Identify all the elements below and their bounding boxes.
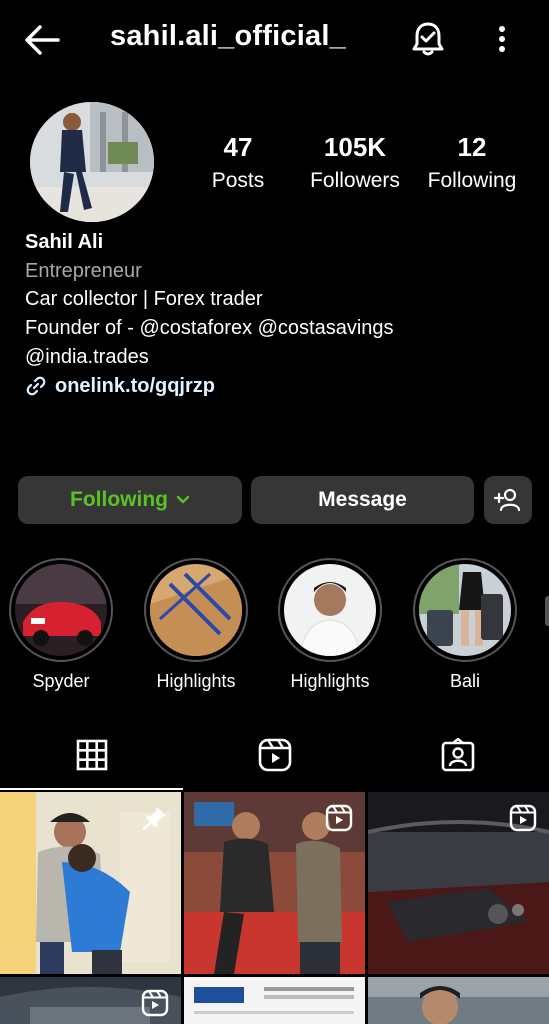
- grid-post[interactable]: [184, 792, 365, 974]
- more-vertical-icon: [499, 26, 505, 52]
- highlight-ring: [413, 558, 517, 662]
- highlight-label: Bali: [449, 671, 480, 691]
- posts-count: 47: [223, 132, 253, 162]
- highlight-ring: [144, 558, 248, 662]
- grid-post[interactable]: [0, 977, 181, 1024]
- highlight-cover: [15, 564, 107, 656]
- highlight-label: Highlights: [156, 671, 236, 691]
- message-button[interactable]: Message: [251, 476, 474, 524]
- highlight-cover: [419, 564, 511, 656]
- bio-line[interactable]: @india.trades: [25, 343, 525, 372]
- following-label: Following: [427, 169, 517, 192]
- following-count: 12: [457, 132, 487, 162]
- following-button[interactable]: Following: [18, 476, 242, 524]
- reels-icon: [258, 738, 291, 772]
- highlight-item[interactable]: Bali: [412, 558, 518, 692]
- pin-icon: [142, 807, 166, 831]
- profile-username: sahil.ali_official_: [110, 20, 346, 52]
- link-icon: [26, 376, 46, 396]
- profile-avatar[interactable]: [30, 102, 154, 222]
- active-tab-indicator: [0, 788, 183, 790]
- tab-posts-grid[interactable]: [0, 720, 183, 790]
- reels-icon: [141, 989, 169, 1017]
- followers-stat[interactable]: 105K Followers: [300, 132, 410, 193]
- tagged-icon: [441, 738, 474, 772]
- grid-icon: [76, 739, 107, 771]
- avatar-photo: [30, 102, 154, 222]
- profile-header: sahil.ali_official_: [0, 0, 549, 80]
- arrow-left-icon: [25, 25, 60, 55]
- tab-tagged[interactable]: [366, 720, 549, 790]
- highlight-label: Spyder: [32, 671, 90, 691]
- profile-category: Entrepreneur: [25, 259, 142, 282]
- tab-reels[interactable]: [183, 720, 366, 790]
- highlight-ring: [278, 558, 382, 662]
- highlight-item[interactable]: Highlights: [277, 558, 383, 692]
- highlight-item[interactable]: Spyder: [8, 558, 114, 692]
- following-button-label: Following: [70, 488, 168, 511]
- posts-stat[interactable]: 47 Posts: [196, 132, 280, 193]
- highlight-item[interactable]: Highlights: [143, 558, 249, 692]
- followers-count: 105K: [323, 132, 387, 162]
- suggested-users-button[interactable]: [484, 476, 532, 524]
- following-stat[interactable]: 12 Following: [420, 132, 524, 193]
- bio-line[interactable]: Founder of - @costaforex @costasavings: [25, 314, 525, 343]
- highlight-cover: [284, 564, 376, 656]
- highlight-item-partial[interactable]: [545, 596, 549, 626]
- profile-tabs: [0, 720, 549, 790]
- highlight-ring: [9, 558, 113, 662]
- profile-bio: Sahil Ali Entrepreneur Car collector | F…: [25, 228, 525, 400]
- grid-post[interactable]: [0, 792, 181, 974]
- highlight-cover: [150, 564, 242, 656]
- bio-line: Car collector | Forex trader: [25, 288, 263, 311]
- person-add-icon: [494, 488, 521, 512]
- notifications-button[interactable]: [410, 20, 446, 58]
- chevron-down-icon: [176, 495, 190, 504]
- grid-post[interactable]: [184, 977, 365, 1024]
- reels-icon: [509, 804, 537, 832]
- more-options-button[interactable]: [490, 22, 514, 56]
- post-thumbnail: [184, 977, 365, 1024]
- grid-post[interactable]: [368, 792, 549, 974]
- bio-link[interactable]: onelink.to/gqjrzp: [25, 372, 525, 401]
- message-button-label: Message: [318, 488, 407, 511]
- bell-check-icon: [412, 22, 444, 56]
- display-name: Sahil Ali: [25, 231, 104, 253]
- post-thumbnail: [368, 977, 549, 1024]
- grid-post[interactable]: [368, 977, 549, 1024]
- posts-label: Posts: [211, 169, 265, 192]
- bio-link-text: onelink.to/gqjrzp: [55, 374, 215, 397]
- followers-label: Followers: [310, 169, 400, 192]
- reels-icon: [325, 804, 353, 832]
- highlight-label: Highlights: [290, 671, 370, 691]
- back-button[interactable]: [22, 22, 62, 58]
